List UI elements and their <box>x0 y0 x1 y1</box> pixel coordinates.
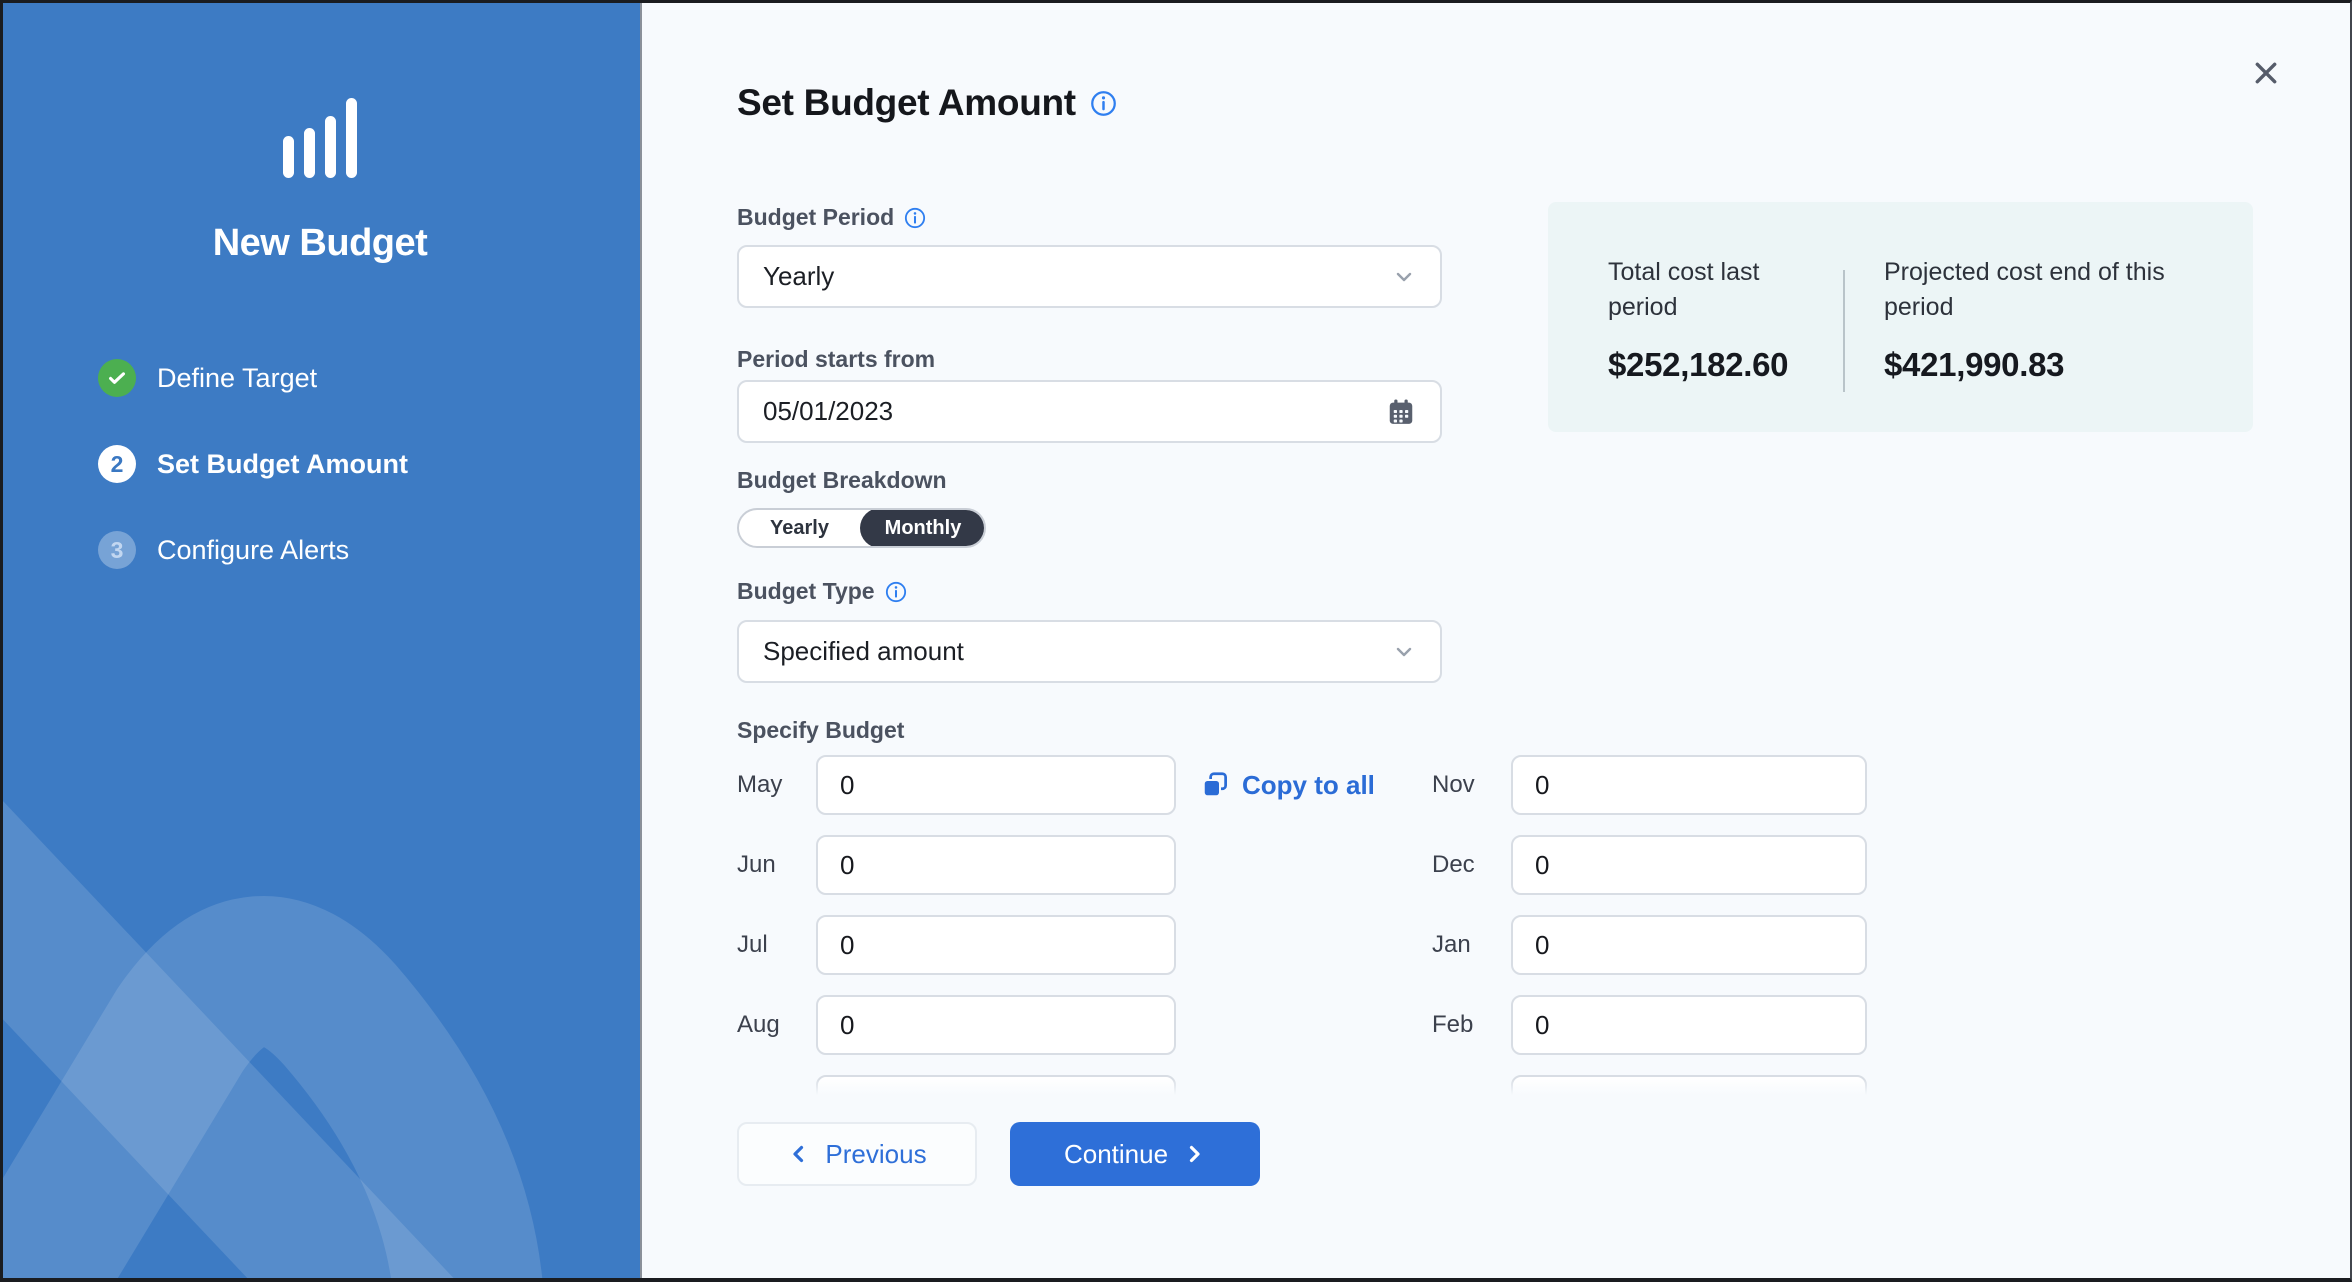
wizard-title: New Budget <box>0 222 640 265</box>
step-define-target[interactable]: Define Target <box>98 359 408 397</box>
month-column-left: May Jun Jul Aug Sep <box>737 755 1176 1095</box>
projected-cost-label: Projected cost end of this period <box>1884 255 2214 325</box>
month-column-right: Nov Dec Jan Feb Mar <box>1432 755 1867 1095</box>
month-input-feb[interactable] <box>1511 995 1867 1055</box>
monthly-budget-grid: May Jun Jul Aug Sep <box>642 740 2352 1095</box>
budget-breakdown-label: Budget Breakdown <box>737 467 947 494</box>
month-row-aug: Aug <box>737 995 1176 1055</box>
month-input-jan[interactable] <box>1511 915 1867 975</box>
month-input-aug[interactable] <box>816 995 1176 1055</box>
chevron-down-icon <box>1392 265 1416 289</box>
toggle-option-yearly[interactable]: Yearly <box>739 510 860 546</box>
month-input-jun[interactable] <box>816 835 1176 895</box>
step-number-badge: 3 <box>98 531 136 569</box>
month-input-sep[interactable] <box>816 1075 1176 1095</box>
total-cost-label: Total cost last period <box>1608 255 1818 325</box>
budget-period-select[interactable]: Yearly <box>737 245 1442 308</box>
budget-period-label: Budget Period <box>737 204 926 231</box>
month-input-jul[interactable] <box>816 915 1176 975</box>
month-label: Jan <box>1432 931 1511 959</box>
month-row-jan: Jan <box>1432 915 1867 975</box>
step-set-budget-amount[interactable]: 2 Set Budget Amount <box>98 445 408 483</box>
month-input-nov[interactable] <box>1511 755 1867 815</box>
previous-button[interactable]: Previous <box>737 1122 977 1186</box>
info-icon[interactable] <box>904 207 926 229</box>
chevron-right-icon <box>1182 1142 1206 1166</box>
bar-chart-logo-icon <box>283 98 357 178</box>
previous-button-label: Previous <box>825 1139 926 1170</box>
month-row-dec: Dec <box>1432 835 1867 895</box>
period-starts-field[interactable] <box>737 380 1442 443</box>
month-row-jul: Jul <box>737 915 1176 975</box>
wizard-sidebar: New Budget Define Target 2 Set Budget Am… <box>0 0 640 1282</box>
budget-type-value: Specified amount <box>763 636 1392 667</box>
cost-summary-panel: Total cost last period $252,182.60 Proje… <box>1548 202 2253 432</box>
budget-type-select[interactable]: Specified amount <box>737 620 1442 683</box>
period-starts-label-text: Period starts from <box>737 346 935 373</box>
month-label: Aug <box>737 1011 816 1039</box>
month-label: Feb <box>1432 1011 1511 1039</box>
continue-button-label: Continue <box>1064 1139 1168 1170</box>
step-label: Define Target <box>157 363 317 394</box>
month-input-mar[interactable] <box>1511 1075 1867 1095</box>
month-row-feb: Feb <box>1432 995 1867 1055</box>
continue-button[interactable]: Continue <box>1010 1122 1260 1186</box>
sidebar-divider <box>640 0 642 1282</box>
budget-type-label-text: Budget Type <box>737 578 875 605</box>
brand-watermark-icon <box>0 0 640 1282</box>
set-budget-panel: Set Budget Amount Budget Period Yearly <box>642 0 2352 1282</box>
month-input-dec[interactable] <box>1511 835 1867 895</box>
month-input-may[interactable] <box>816 755 1176 815</box>
budget-breakdown-toggle: Yearly Monthly <box>737 508 986 548</box>
page-title-text: Set Budget Amount <box>737 82 1076 124</box>
step-label: Configure Alerts <box>157 535 349 566</box>
calendar-icon[interactable] <box>1386 397 1416 427</box>
info-icon[interactable] <box>885 581 907 603</box>
step-configure-alerts[interactable]: 3 Configure Alerts <box>98 531 408 569</box>
month-label: Sep <box>737 1091 816 1095</box>
projected-cost-block: Projected cost end of this period $421,9… <box>1884 255 2214 384</box>
month-label: Nov <box>1432 771 1511 799</box>
close-icon[interactable] <box>2248 55 2284 91</box>
check-circle-icon <box>98 359 136 397</box>
month-label: Mar <box>1432 1091 1511 1095</box>
budget-period-label-text: Budget Period <box>737 204 894 231</box>
budget-period-value: Yearly <box>763 261 1392 292</box>
budget-breakdown-label-text: Budget Breakdown <box>737 467 947 494</box>
toggle-option-monthly[interactable]: Monthly <box>860 508 986 548</box>
month-label: May <box>737 771 816 799</box>
month-row-sep: Sep <box>737 1075 1176 1095</box>
page-title: Set Budget Amount <box>737 82 1117 124</box>
chevron-down-icon <box>1392 640 1416 664</box>
month-row-nov: Nov <box>1432 755 1867 815</box>
month-row-may: May <box>737 755 1176 815</box>
wizard-steps: Define Target 2 Set Budget Amount 3 Conf… <box>98 359 408 617</box>
month-row-jun: Jun <box>737 835 1176 895</box>
chevron-left-icon <box>787 1142 811 1166</box>
step-number-badge: 2 <box>98 445 136 483</box>
month-row-mar: Mar <box>1432 1075 1867 1095</box>
info-icon[interactable] <box>1090 90 1117 117</box>
budget-type-label: Budget Type <box>737 578 907 605</box>
month-label: Dec <box>1432 851 1511 879</box>
summary-divider <box>1843 270 1845 392</box>
period-starts-input[interactable] <box>763 396 1386 427</box>
month-label: Jul <box>737 931 816 959</box>
total-cost-block: Total cost last period $252,182.60 <box>1608 255 1818 384</box>
period-starts-label: Period starts from <box>737 346 935 373</box>
month-label: Jun <box>737 851 816 879</box>
step-label: Set Budget Amount <box>157 449 408 480</box>
projected-cost-value: $421,990.83 <box>1884 346 2214 384</box>
total-cost-value: $252,182.60 <box>1608 346 1818 384</box>
